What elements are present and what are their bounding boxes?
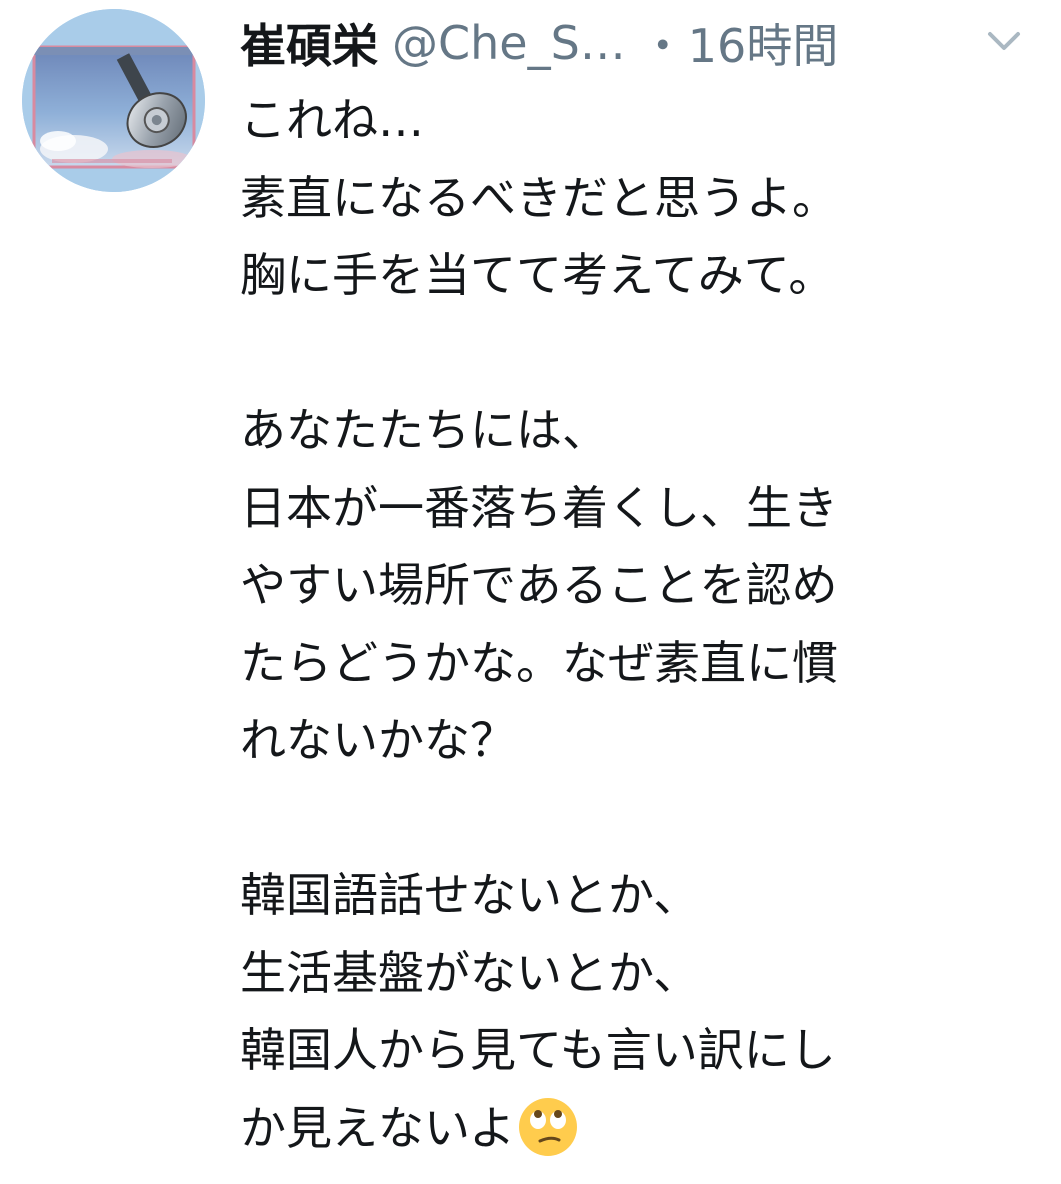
tweet-line: たらどうかな。なぜ素直に慣 [240, 635, 838, 690]
tweet-line: 胸に手を当てて考えてみて。 [240, 248, 835, 302]
album-cover-avatar-icon [22, 9, 205, 192]
tweet-last-line: か見えないよ [240, 1090, 1040, 1168]
avatar[interactable] [22, 9, 205, 192]
tweet-line: 韓国語話せないとか、 [240, 868, 700, 922]
tweet-line: 素直になるべきだと思うよ。 [240, 170, 838, 225]
more-options-button[interactable] [984, 26, 1024, 56]
tweet-line: 日本が一番落ち着くし、生き [240, 480, 838, 535]
tweet-line: れないかな？ [240, 713, 516, 767]
tweet-line: か見えないよ [240, 1100, 516, 1155]
separator-dot: ・ [639, 19, 686, 73]
display-name[interactable]: 崔碩栄 [240, 10, 378, 76]
face-with-rolling-eyes-emoji-icon [517, 1096, 579, 1158]
chevron-down-icon [988, 32, 1020, 50]
tweet-header: 崔碩栄 @Che_S… ・ 16時間 [240, 8, 1040, 78]
tweet-line: あなたたちには、 [240, 403, 608, 457]
tweet[interactable]: 崔碩栄 @Che_S… ・ 16時間 これね… 素直になるべきだと思うよ。 胸に… [0, 0, 1061, 1184]
tweet-line: やすい場所であることを認め [240, 558, 838, 612]
tweet-line: 生活基盤がないとか、 [240, 945, 700, 1000]
tweet-text: これね… 素直になるべきだと思うよ。 胸に手を当てて考えてみて。 あなたたちには… [240, 82, 1040, 1167]
timestamp[interactable]: 16時間 [688, 10, 839, 76]
tweet-line: これね… [240, 93, 424, 147]
user-handle[interactable]: @Che_S… [392, 16, 626, 70]
tweet-line: 韓国人から見ても言い訳にし [240, 1023, 836, 1077]
